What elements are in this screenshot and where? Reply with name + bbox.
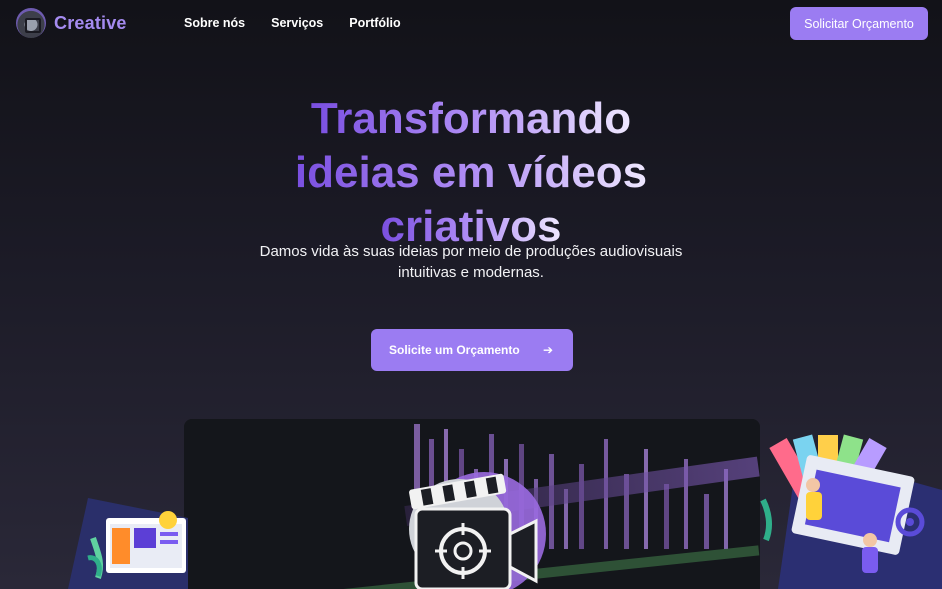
nav-link-portfolio[interactable]: Portfólio <box>349 16 400 30</box>
hero-video-image <box>184 419 760 589</box>
nav-link-servicos[interactable]: Serviços <box>271 16 323 30</box>
brand-name: Creative <box>54 12 127 33</box>
designer-monitor-illustration <box>68 498 188 589</box>
top-navbar: Creative Sobre nós Serviços Portfólio So… <box>0 0 942 48</box>
designer-palette-illustration <box>760 434 942 589</box>
brand-logo[interactable]: Creative <box>16 8 127 38</box>
nav-link-sobre-nos[interactable]: Sobre nós <box>184 16 245 30</box>
hero-quote-button-label: Solicite um Orçamento <box>389 343 520 357</box>
left-illustration <box>68 498 188 589</box>
hero-subtitle: Damos vida às suas ideias por meio de pr… <box>259 243 683 281</box>
hero-quote-button[interactable]: Solicite um Orçamento ➔ <box>371 329 573 371</box>
camera-logo-icon <box>16 8 46 38</box>
main-menu: Sobre nós Serviços Portfólio <box>184 16 401 30</box>
request-quote-button[interactable]: Solicitar Orçamento <box>790 7 928 40</box>
arrow-right-icon: ➔ <box>542 343 553 357</box>
video-timeline-graphic <box>184 419 760 589</box>
right-illustration <box>758 430 942 589</box>
hero-title-line-1: Transformando <box>311 92 631 146</box>
hero-title-line-2: ideias em vídeos <box>295 146 647 200</box>
hero-title: Transformando ideias em vídeos criativos <box>0 92 942 254</box>
